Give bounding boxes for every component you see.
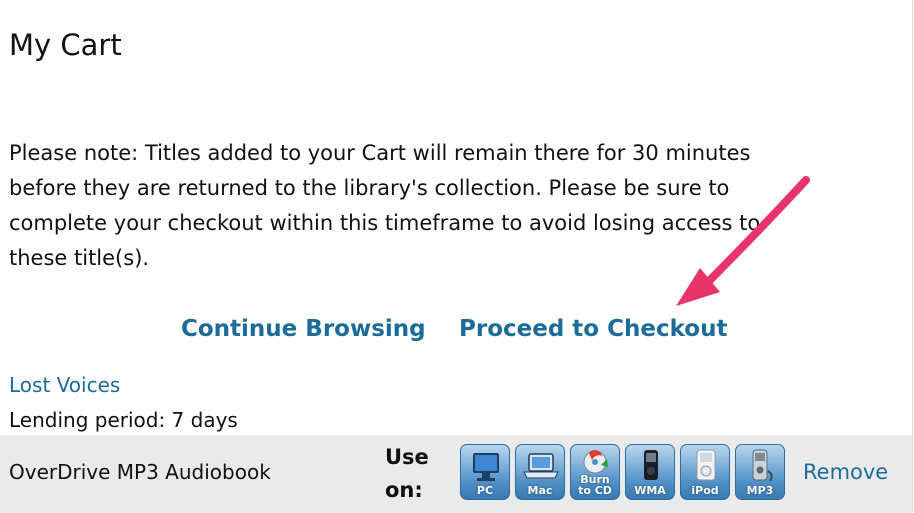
notice-line: these title(s). [9, 246, 150, 270]
page-title: My Cart [9, 28, 122, 62]
mp3-player-icon: MP3 [735, 444, 785, 500]
remove-button[interactable]: Remove [803, 460, 888, 484]
mac-laptop-icon: Mac [515, 444, 565, 500]
notice-line: complete your checkout within this timef… [9, 211, 761, 235]
device-label: WMA [634, 484, 666, 497]
wma-player-icon: WMA [625, 444, 675, 500]
pc-icon: PC [460, 444, 510, 500]
use-on-label: Use on: [385, 441, 445, 507]
burn-cd-icon: Burn to CD [570, 444, 620, 500]
cart-notice: Please note: Titles added to your Cart w… [9, 136, 869, 276]
notice-line: Please note: Titles added to your Cart w… [9, 141, 751, 165]
device-label: MP3 [746, 484, 774, 497]
format-name: OverDrive MP3 Audiobook [9, 460, 271, 484]
lending-period: Lending period: 7 days [9, 408, 238, 432]
cart-item-title-link[interactable]: Lost Voices [9, 373, 120, 397]
format-row: OverDrive MP3 Audiobook Use on: PC Mac B… [0, 435, 912, 513]
device-label-line: to CD [578, 484, 612, 497]
ipod-icon: iPod [680, 444, 730, 500]
device-label: Mac [527, 484, 553, 497]
cart-page: My Cart Please note: Titles added to you… [0, 0, 913, 513]
use-on-line: on: [385, 478, 423, 502]
device-label: Burn to CD [571, 474, 619, 496]
notice-line: before they are returned to the library'… [9, 176, 730, 200]
device-label: PC [476, 484, 494, 497]
device-label: iPod [691, 484, 719, 497]
continue-browsing-link[interactable]: Continue Browsing [181, 316, 426, 342]
use-on-line: Use [385, 445, 429, 469]
proceed-to-checkout-link[interactable]: Proceed to Checkout [459, 316, 727, 342]
